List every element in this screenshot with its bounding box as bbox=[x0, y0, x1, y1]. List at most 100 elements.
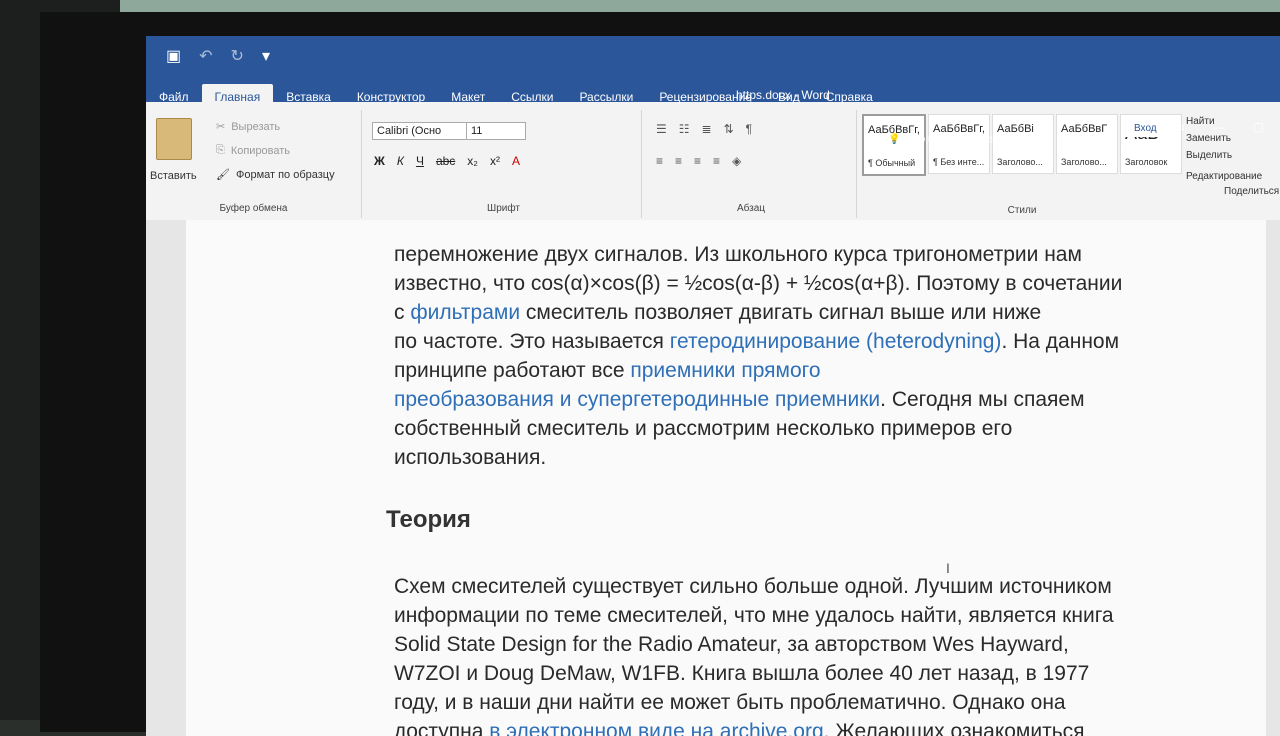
text-line: Solid State Design for the Radio Amateur… bbox=[394, 630, 1224, 659]
text-run: информации по теме смесителей, что мне у… bbox=[394, 604, 1114, 627]
select-button[interactable]: Выделить bbox=[1186, 150, 1262, 161]
tell-me-box[interactable]: 💡 Что вы хотите сделать? bbox=[888, 134, 1019, 145]
format-painter-label: Формат по образцу bbox=[235, 168, 335, 181]
text-run: перемножение двух сигналов. Из школьного… bbox=[394, 243, 1082, 266]
tab-4[interactable]: Макет bbox=[438, 84, 498, 110]
quick-access-toolbar: ▣ ↶ ↻ ▾ bbox=[166, 46, 270, 66]
bold-button[interactable]: Ж bbox=[374, 154, 385, 168]
font-group: Calibri (Осно 11 Ж К Ч abc x₂ x² A Шрифт bbox=[366, 110, 642, 218]
share-button[interactable]: Поделиться bbox=[1224, 186, 1279, 197]
font-color-icon[interactable]: A bbox=[512, 154, 520, 168]
redo-icon[interactable]: ↻ bbox=[231, 46, 244, 66]
ribbon-tabs: Файл Главная Вставка Конструктор Макет Ссылки… bbox=[146, 80, 1280, 110]
text-run: смеситель позволяет двигать сигнал выше … bbox=[520, 301, 1042, 324]
text-run: использования. bbox=[394, 446, 547, 469]
monitor: ▣ ↶ ↻ ▾ Файл Главная Вставка Конструктор Мак… bbox=[40, 12, 1280, 736]
tab-1[interactable]: Главная bbox=[201, 84, 274, 110]
strikethrough-button[interactable]: abc bbox=[436, 154, 455, 168]
text-line: с фильтрами смеситель позволяет двигать … bbox=[394, 298, 1224, 327]
login-button[interactable]: Вход bbox=[1124, 120, 1167, 137]
hyperlink[interactable]: супергетеродинные приемники bbox=[577, 388, 880, 411]
font-format-buttons: Ж К Ч abc x₂ x² A bbox=[374, 154, 520, 168]
justify-icon[interactable]: ≡ bbox=[713, 154, 720, 168]
text-line: преобразования и супергетеродинные прием… bbox=[394, 385, 1224, 414]
undo-icon[interactable]: ↶ bbox=[199, 46, 212, 66]
save-icon[interactable]: ▣ bbox=[166, 46, 181, 66]
text-line: W7ZOI и Doug DeMaw, W1FB. Книга вышла бо… bbox=[394, 659, 1224, 688]
editing-group-label: Редактирование bbox=[1186, 171, 1263, 182]
text-line: известно, что cos(α)×cos(β) = ½cos(α-β) … bbox=[394, 269, 1224, 298]
style-name: ¶ Без инте... bbox=[933, 157, 985, 167]
window-controls: ▭ — ▢ ✕ bbox=[1173, 120, 1280, 134]
hyperlink[interactable]: в электронном виде на archive.org bbox=[489, 720, 823, 736]
subscript-button[interactable]: x₂ bbox=[467, 154, 478, 168]
ribbon: Вставить ✂ Вырезать ⎘ Копировать 🖌 Формат п… bbox=[146, 110, 1280, 221]
hyperlink[interactable]: приемники прямого bbox=[630, 359, 820, 382]
styles-group-label: Стили bbox=[1007, 205, 1037, 216]
copy-icon: ⎘ bbox=[216, 144, 225, 156]
text-run: . На данном bbox=[1001, 330, 1120, 353]
format-painter-button[interactable]: 🖌 Формат по образцу bbox=[216, 168, 335, 182]
tab-6[interactable]: Рассылки bbox=[566, 84, 646, 110]
ribbon-display-icon[interactable]: ▭ bbox=[1173, 120, 1184, 134]
font-group-label: Шрифт bbox=[487, 203, 520, 214]
text-run: доступна bbox=[394, 720, 490, 736]
tell-me-label: Что вы хотите сделать? bbox=[908, 134, 1019, 145]
text-run: собственный смеситель и рассмотрим неско… bbox=[394, 417, 1013, 440]
tab-0[interactable]: Файл bbox=[146, 84, 202, 110]
style-preview: АаБбВвГ bbox=[1061, 123, 1108, 135]
document-page[interactable]: перемножение двух сигналов. Из школьного… bbox=[186, 220, 1266, 736]
style-item[interactable]: АаБбВвГ Заголово... bbox=[1056, 114, 1118, 174]
tab-5[interactable]: Ссылки bbox=[498, 84, 566, 110]
maximize-icon[interactable]: ▢ bbox=[1253, 120, 1264, 134]
italic-button[interactable]: К bbox=[397, 154, 404, 168]
brush-icon: 🖌 bbox=[216, 169, 230, 181]
hyperlink[interactable]: и bbox=[554, 388, 577, 411]
text-run: с bbox=[394, 301, 411, 324]
style-item[interactable]: АаБбВвГг, ¶ Обычный bbox=[862, 114, 926, 176]
underline-button[interactable]: Ч bbox=[416, 154, 424, 168]
superscript-button[interactable]: x² bbox=[490, 154, 500, 168]
style-name: Заголово... bbox=[997, 157, 1043, 167]
paste-icon[interactable] bbox=[156, 118, 192, 160]
multilevel-icon[interactable]: ≣ bbox=[702, 122, 712, 136]
text-line: по частоте. Это называется гетеродиниров… bbox=[394, 327, 1224, 356]
text-line: информации по теме смесителей, что мне у… bbox=[394, 601, 1224, 630]
screen: ▣ ↶ ↻ ▾ Файл Главная Вставка Конструктор Мак… bbox=[146, 36, 1280, 736]
align-center-icon[interactable]: ≡ bbox=[675, 154, 682, 168]
text-run: принципе работают все bbox=[394, 359, 631, 382]
style-name: ¶ Обычный bbox=[868, 158, 916, 168]
bullets-icon[interactable]: ☰ bbox=[656, 122, 667, 136]
align-right-icon[interactable]: ≡ bbox=[694, 154, 701, 168]
cut-button[interactable]: ✂ Вырезать bbox=[216, 120, 280, 134]
minimize-icon[interactable]: — bbox=[1213, 120, 1225, 134]
align-left-icon[interactable]: ≡ bbox=[656, 154, 663, 168]
text-line: использования. bbox=[394, 443, 1224, 472]
scissors-icon: ✂ bbox=[216, 121, 226, 133]
document-area: перемножение двух сигналов. Из школьного… bbox=[146, 220, 1280, 736]
text-run: Схем смесителей существует сильно больше… bbox=[394, 575, 1112, 598]
customize-qat-icon[interactable]: ▾ bbox=[262, 46, 270, 66]
hyperlink[interactable]: фильтрами bbox=[410, 301, 520, 324]
title-bar: ▣ ↶ ↻ ▾ Файл Главная Вставка Конструктор Мак… bbox=[146, 36, 1280, 110]
replace-button[interactable]: Заменить bbox=[1186, 133, 1262, 144]
sort-icon[interactable]: ⇅ bbox=[724, 122, 734, 136]
tab-2[interactable]: Вставка bbox=[273, 84, 344, 110]
hyperlink[interactable]: гетеродинирование (heterodyning) bbox=[670, 330, 1002, 353]
text-line: собственный смеситель и рассмотрим неско… bbox=[394, 414, 1224, 443]
numbering-icon[interactable]: ☷ bbox=[679, 122, 690, 136]
copy-label: Копировать bbox=[230, 144, 291, 157]
text-line: принципе работают все приемники прямого bbox=[394, 356, 1224, 385]
font-size-select[interactable]: 11 bbox=[466, 122, 526, 140]
hyperlink[interactable]: преобразования bbox=[394, 388, 554, 411]
text-run: году, и в наши дни найти ее может быть п… bbox=[394, 691, 1066, 714]
paragraph-group-label: Абзац bbox=[736, 203, 766, 214]
lightbulb-icon: 💡 bbox=[888, 134, 901, 145]
tab-3[interactable]: Конструктор bbox=[344, 84, 438, 110]
shading-icon[interactable]: ◈ bbox=[732, 154, 741, 168]
text-run: известно, что cos(α)×cos(β) = ½cos(α-β) … bbox=[394, 272, 1123, 295]
font-name-select[interactable]: Calibri (Осно bbox=[372, 122, 468, 140]
paste-button[interactable]: Вставить bbox=[150, 170, 197, 182]
copy-button[interactable]: ⎘ Копировать bbox=[216, 144, 290, 157]
pilcrow-icon[interactable]: ¶ bbox=[746, 122, 752, 136]
